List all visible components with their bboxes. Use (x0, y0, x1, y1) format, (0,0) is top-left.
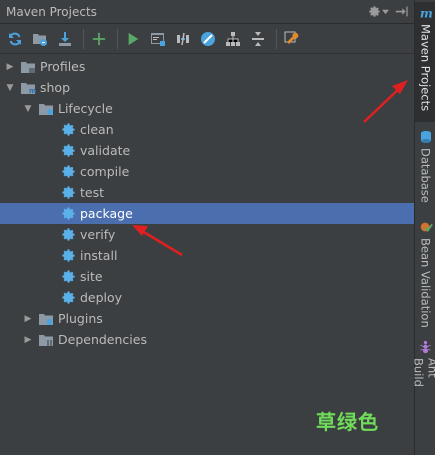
lifecycle-goal-site[interactable]: site (0, 266, 414, 287)
sidebar-tab-ant-build[interactable]: Ant Build (411, 338, 435, 408)
wrench-icon (284, 31, 299, 44)
collapse-arrow-icon[interactable]: ▼ (4, 82, 16, 94)
maven-settings-button[interactable] (281, 28, 303, 50)
expand-arrow-icon[interactable]: ▶ (4, 61, 16, 73)
goal-label: deploy (80, 290, 123, 305)
skip-tests-button[interactable] (197, 28, 219, 50)
skip-icon (201, 31, 215, 46)
maven-tree: ▶ Profiles ▼ m shop ▼ Lifecycle clean val… (0, 54, 414, 350)
database-icon (420, 131, 431, 143)
lifecycle-goal-compile[interactable]: compile (0, 161, 414, 182)
lifecycle-goal-verify[interactable]: verify (0, 224, 414, 245)
dependencies-folder-icon (38, 332, 54, 348)
ant-icon (420, 340, 431, 354)
sidebar-tab-maven-projects[interactable]: m Maven Projects (415, 2, 435, 122)
sidebar-tab-bean-validation[interactable]: Bean Validation (415, 218, 435, 330)
gear-icon (60, 206, 76, 222)
gear-icon (60, 122, 76, 138)
gear-icon (60, 269, 76, 285)
diagram-icon (226, 31, 240, 46)
tree-item-lifecycle[interactable]: ▼ Lifecycle (0, 98, 414, 119)
download-icon (59, 31, 71, 46)
gear-icon (60, 248, 76, 264)
maven-toolbar (0, 24, 414, 54)
lifecycle-goal-install[interactable]: install (0, 245, 414, 266)
run-build-button[interactable] (122, 28, 144, 50)
goal-label: validate (80, 143, 131, 158)
tree-label: shop (40, 80, 71, 95)
maven-module-icon: m (20, 80, 36, 96)
show-dependencies-button[interactable] (222, 28, 244, 50)
dropdown-arrow-icon (382, 9, 389, 15)
sidebar-tab-label: Database (418, 148, 433, 203)
hide-panel-icon[interactable] (395, 5, 408, 18)
plus-icon (92, 32, 106, 45)
goal-label: site (80, 269, 103, 284)
offline-icon (177, 32, 189, 45)
maven-icon: m (419, 6, 432, 20)
svg-text:m: m (29, 87, 36, 95)
gear-icon (60, 290, 76, 306)
tree-label: Lifecycle (58, 101, 113, 116)
profiles-folder-icon (20, 59, 36, 75)
tree-label: Profiles (40, 59, 86, 74)
expand-arrow-icon[interactable]: ▶ (22, 313, 34, 325)
panel-titlebar: Maven Projects (0, 0, 414, 24)
collapse-arrow-icon[interactable]: ▼ (22, 103, 34, 115)
goal-label: compile (80, 164, 130, 179)
gear-icon (60, 143, 76, 159)
toggle-offline-button[interactable] (172, 28, 194, 50)
goal-label: clean (80, 122, 114, 137)
download-button[interactable] (54, 28, 76, 50)
tree-label: Plugins (58, 311, 103, 326)
reimport-button[interactable] (4, 28, 26, 50)
tree-item-dependencies[interactable]: ▶ Dependencies (0, 329, 414, 350)
run-icon (128, 32, 139, 45)
goal-label: package (80, 206, 133, 221)
collapse-icon (252, 31, 264, 46)
right-tool-window-bar: m Maven Projects Database Bean Validatio… (411, 0, 435, 455)
lifecycle-goals: clean validate compile test package verify ins… (0, 119, 414, 308)
lifecycle-goal-package[interactable]: package (0, 203, 414, 224)
sidebar-tab-label: Ant Build (411, 357, 435, 387)
expand-arrow-icon[interactable]: ▶ (22, 334, 34, 346)
watermark-text: 草绿色 (316, 410, 379, 434)
lifecycle-goal-test[interactable]: test (0, 182, 414, 203)
sidebar-tab-database[interactable]: Database (415, 128, 435, 204)
tree-item-project[interactable]: ▼ m shop (0, 77, 414, 98)
terminal-icon (151, 32, 165, 46)
lifecycle-goal-clean[interactable]: clean (0, 119, 414, 140)
goal-label: verify (80, 227, 116, 242)
panel-title: Maven Projects (6, 4, 97, 19)
refresh-icon (9, 32, 21, 45)
gear-icon (60, 164, 76, 180)
gear-icon (60, 185, 76, 201)
lifecycle-folder-icon (38, 101, 54, 117)
gear-icon (60, 227, 76, 243)
goal-label: test (80, 185, 105, 200)
gear-icon (369, 6, 380, 17)
goal-label: install (80, 248, 118, 263)
folder-sync-icon (33, 33, 47, 46)
sidebar-tab-label: Bean Validation (418, 238, 433, 328)
svg-text:m: m (419, 6, 432, 20)
collapse-all-button[interactable] (247, 28, 269, 50)
lifecycle-goal-validate[interactable]: validate (0, 140, 414, 161)
bean-icon (420, 222, 433, 232)
tree-label: Dependencies (58, 332, 147, 347)
tree-item-profiles[interactable]: ▶ Profiles (0, 56, 414, 77)
execute-goal-button[interactable] (147, 28, 169, 50)
tree-item-plugins[interactable]: ▶ Plugins (0, 308, 414, 329)
sidebar-tab-label: Maven Projects (418, 24, 433, 112)
plugins-folder-icon (38, 311, 54, 327)
generate-sources-button[interactable] (29, 28, 51, 50)
maven-projects-panel: Maven Projects ▶ Profiles ▼ m shop ▼ Lif… (0, 0, 414, 455)
add-maven-project-button[interactable] (88, 28, 110, 50)
lifecycle-goal-deploy[interactable]: deploy (0, 287, 414, 308)
panel-options-button[interactable] (368, 5, 389, 18)
